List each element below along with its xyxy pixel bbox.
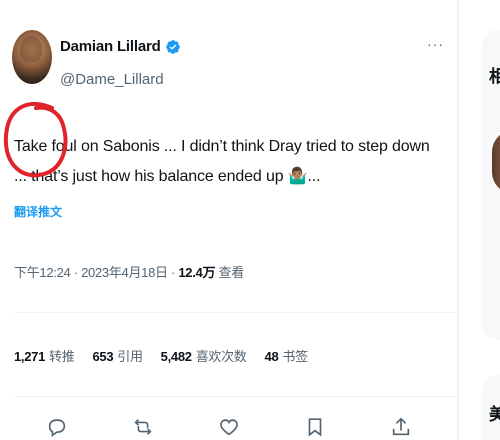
engagement-stats: 1,271 转推 653 引用 5,482 喜欢次数 48 书签 [14, 346, 308, 365]
tweet-meta: 下午12:24 · 2023年4月18日 · 12.4万 查看 [14, 262, 244, 281]
tweet-detail: Damian Lillard @Dame_Lillard ··· Take fo… [0, 0, 458, 440]
meta-separator: · [167, 265, 179, 280]
divider [14, 312, 458, 313]
sidebar-card-title: 相 [489, 67, 500, 86]
divider [14, 396, 458, 397]
sidebar-card-title: 美 [489, 405, 500, 424]
views-count: 12.4万 [178, 265, 216, 280]
tweet-time[interactable]: 下午12:24 [14, 265, 71, 280]
more-options-icon[interactable]: ··· [427, 36, 444, 52]
page: Damian Lillard @Dame_Lillard ··· Take fo… [0, 0, 500, 440]
translate-link[interactable]: 翻译推文 [14, 203, 62, 220]
author-handle[interactable]: @Dame_Lillard [60, 71, 164, 88]
stat-bookmarks[interactable]: 48 书签 [265, 346, 309, 365]
reply-icon[interactable] [46, 416, 72, 440]
retweet-icon[interactable] [132, 416, 158, 440]
right-sidebar: 相 美 [459, 0, 500, 440]
bookmark-icon[interactable] [304, 416, 330, 440]
tweet-text: Take foul on Sabonis ... I didn’t think … [14, 138, 430, 185]
author-name[interactable]: Damian Lillard [60, 38, 161, 55]
verified-badge-icon [165, 39, 180, 54]
views-label: 查看 [218, 265, 245, 280]
like-icon[interactable] [218, 416, 244, 440]
meta-separator: · [70, 265, 82, 280]
stat-retweets[interactable]: 1,271 转推 [14, 346, 75, 365]
tweet-date[interactable]: 2023年4月18日 [81, 265, 168, 280]
stat-quotes[interactable]: 653 引用 [92, 346, 143, 365]
action-bar [0, 410, 458, 440]
share-icon[interactable] [390, 416, 416, 440]
author-name-row[interactable]: Damian Lillard [60, 38, 181, 55]
stat-likes[interactable]: 5,482 喜欢次数 [161, 346, 247, 365]
author-avatar[interactable] [12, 30, 52, 84]
